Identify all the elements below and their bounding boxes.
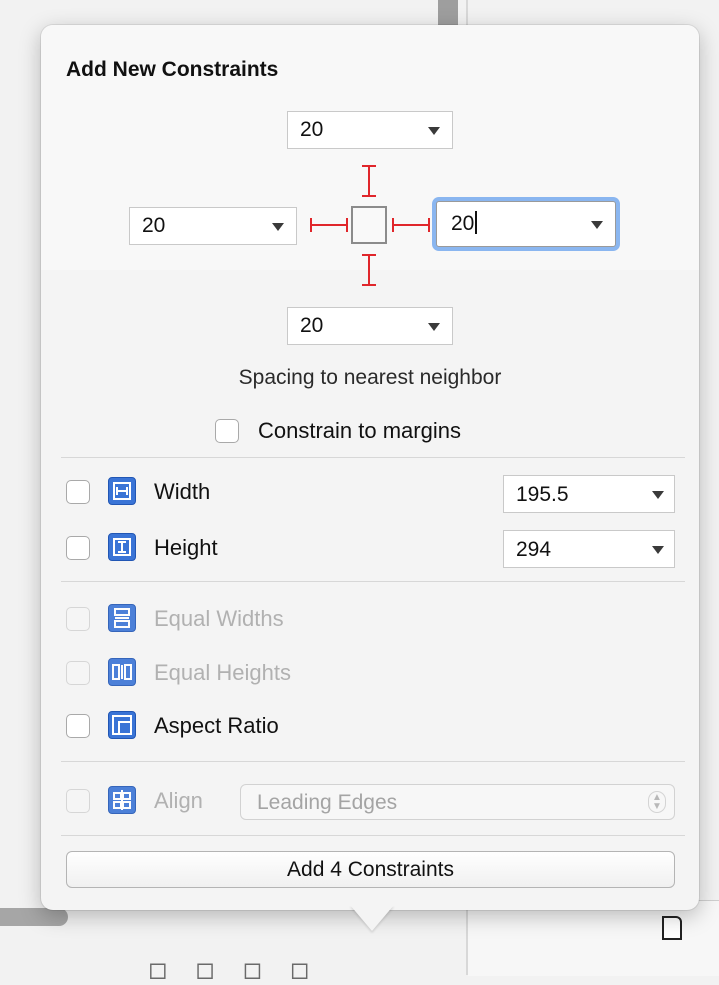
popover-arrow (350, 905, 394, 931)
bottom-pin-icon[interactable] (359, 253, 379, 287)
separator (61, 835, 685, 836)
left-spacing-field[interactable]: 20 (129, 207, 297, 245)
height-label: Height (154, 535, 218, 560)
top-spacing-value: 20 (300, 118, 324, 141)
width-value: 195.5 (516, 483, 569, 506)
equal-widths-label: Equal Widths (154, 606, 284, 631)
height-value-field[interactable]: 294 (503, 530, 675, 568)
right-spacing-value: 20 (451, 212, 475, 235)
top-pin-icon[interactable] (359, 164, 379, 198)
chevron-down-icon[interactable] (428, 127, 440, 135)
separator (61, 457, 685, 458)
background-toolbar-icons[interactable]: □ □ □ □ (150, 955, 316, 985)
bottom-spacing-value: 20 (300, 314, 324, 337)
chevron-down-icon[interactable] (428, 323, 440, 331)
separator (61, 761, 685, 762)
width-value-field[interactable]: 195.5 (503, 475, 675, 513)
selected-view-box (351, 206, 387, 244)
aspect-ratio-label: Aspect Ratio (154, 713, 279, 738)
spacing-caption: Spacing to nearest neighbor (238, 366, 502, 389)
up-down-arrows-icon[interactable]: ▲ ▼ (648, 791, 666, 813)
align-label: Align (154, 788, 203, 813)
constrain-to-margins-label: Constrain to margins (258, 418, 461, 443)
top-spacing-field[interactable]: 20 (287, 111, 453, 149)
chevron-down-icon[interactable] (591, 221, 603, 229)
height-value: 294 (516, 538, 552, 561)
background-horizontal-scrollbar[interactable] (0, 908, 68, 926)
chevron-down-icon[interactable] (272, 223, 284, 231)
bottom-spacing-field[interactable]: 20 (287, 307, 453, 345)
popover-title: Add New Constraints (66, 58, 279, 81)
width-label: Width (154, 479, 211, 504)
width-constraint-icon (108, 477, 136, 505)
separator (61, 581, 685, 582)
add-constraints-popover: Add New Constraints 20 20 20 20 Spacing … (41, 25, 699, 910)
width-checkbox[interactable] (66, 480, 90, 504)
aspect-ratio-checkbox[interactable] (66, 714, 90, 738)
align-checkbox[interactable] (66, 789, 90, 813)
document-icon[interactable] (662, 916, 682, 940)
add-constraints-button[interactable]: Add 4 Constraints (66, 851, 675, 888)
equal-heights-icon (108, 658, 136, 686)
chevron-down-icon[interactable] (652, 491, 664, 499)
equal-heights-checkbox[interactable] (66, 661, 90, 685)
height-constraint-icon (108, 533, 136, 561)
equal-heights-label: Equal Heights (154, 660, 291, 685)
left-spacing-value: 20 (142, 214, 166, 237)
align-icon (108, 786, 136, 814)
left-pin-icon[interactable] (309, 216, 349, 234)
height-checkbox[interactable] (66, 536, 90, 560)
equal-widths-checkbox[interactable] (66, 607, 90, 631)
align-popup-button[interactable]: Leading Edges ▲ ▼ (240, 784, 675, 820)
text-cursor (475, 211, 478, 234)
constrain-to-margins-checkbox[interactable] (215, 419, 239, 443)
chevron-down-icon[interactable] (652, 546, 664, 554)
right-spacing-field[interactable]: 20 (436, 201, 616, 247)
align-selected-value: Leading Edges (257, 791, 398, 814)
right-pin-icon[interactable] (391, 216, 431, 234)
aspect-ratio-icon (108, 711, 136, 739)
equal-widths-icon (108, 604, 136, 632)
